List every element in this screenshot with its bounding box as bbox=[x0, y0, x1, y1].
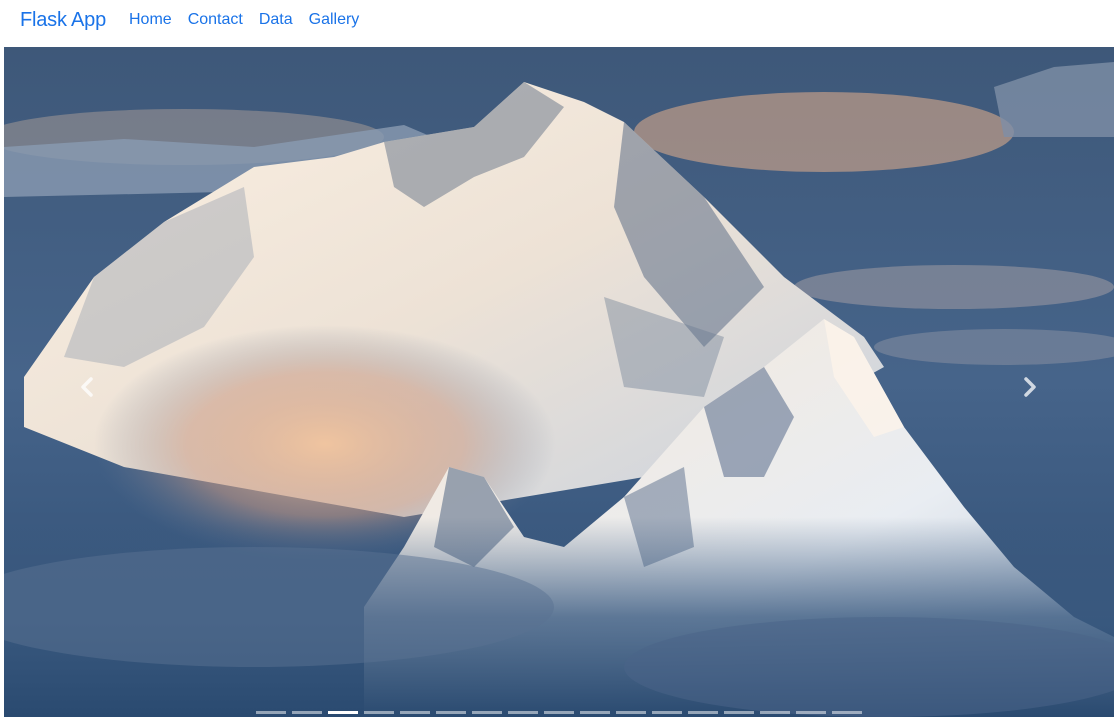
carousel-indicator[interactable] bbox=[256, 711, 286, 714]
nav-link-home[interactable]: Home bbox=[129, 11, 172, 29]
carousel-indicator[interactable] bbox=[292, 711, 322, 714]
carousel-indicator[interactable] bbox=[796, 711, 826, 714]
carousel-indicator[interactable] bbox=[616, 711, 646, 714]
carousel-indicator[interactable] bbox=[688, 711, 718, 714]
carousel-indicator[interactable] bbox=[364, 711, 394, 714]
carousel-indicator[interactable] bbox=[400, 711, 430, 714]
carousel-indicator[interactable] bbox=[652, 711, 682, 714]
chevron-right-icon bbox=[1024, 377, 1036, 397]
navbar: Flask App Home Contact Data Gallery bbox=[0, 0, 1120, 46]
carousel-slide-image bbox=[4, 47, 1114, 717]
carousel-indicator[interactable] bbox=[328, 711, 358, 714]
carousel-indicator[interactable] bbox=[472, 711, 502, 714]
carousel-indicator[interactable] bbox=[832, 711, 862, 714]
carousel-prev-button[interactable] bbox=[57, 357, 117, 417]
nav-link-data[interactable]: Data bbox=[259, 11, 293, 29]
carousel-indicator[interactable] bbox=[760, 711, 790, 714]
chevron-left-icon bbox=[81, 377, 93, 397]
navbar-brand[interactable]: Flask App bbox=[20, 9, 106, 32]
carousel-indicator[interactable] bbox=[580, 711, 610, 714]
carousel-indicator[interactable] bbox=[508, 711, 538, 714]
nav-links: Home Contact Data Gallery bbox=[129, 11, 375, 29]
nav-link-contact[interactable]: Contact bbox=[188, 11, 243, 29]
image-carousel bbox=[4, 47, 1114, 717]
nav-link-gallery[interactable]: Gallery bbox=[309, 11, 360, 29]
carousel-indicator[interactable] bbox=[724, 711, 754, 714]
carousel-indicator[interactable] bbox=[436, 711, 466, 714]
carousel-next-button[interactable] bbox=[1000, 357, 1060, 417]
carousel-indicators bbox=[256, 711, 862, 714]
carousel-indicator[interactable] bbox=[544, 711, 574, 714]
